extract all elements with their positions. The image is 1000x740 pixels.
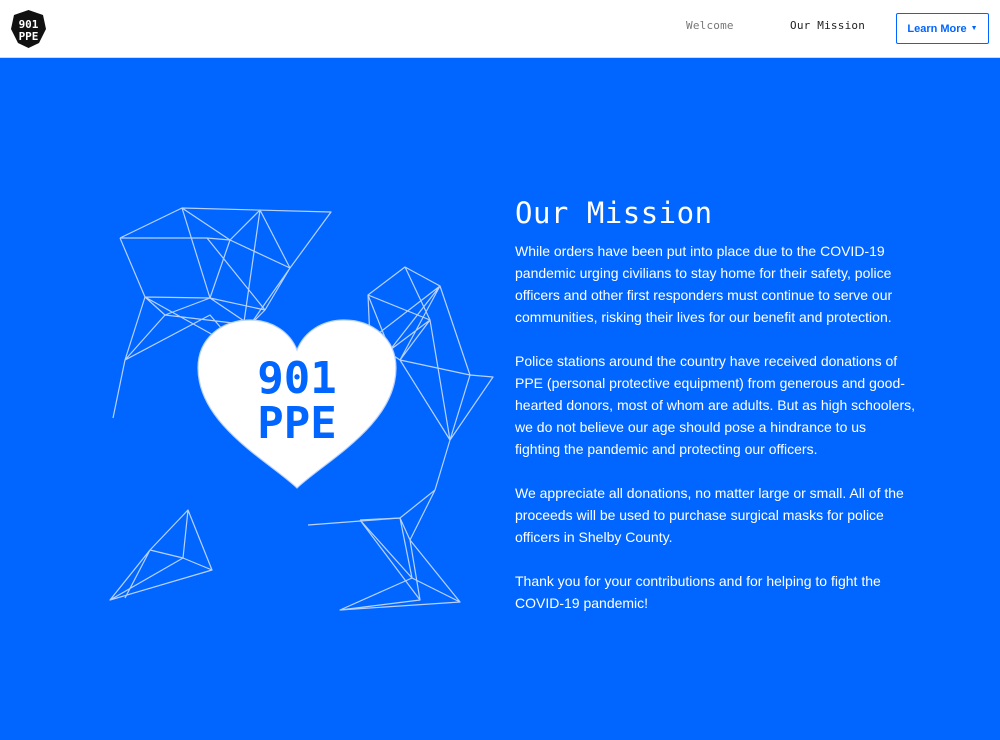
logo-text-line2: PPE (19, 30, 39, 43)
learn-more-dropdown-button[interactable]: Learn More ▼ (896, 13, 989, 44)
mission-paragraph: Thank you for your contributions and for… (515, 573, 881, 611)
mission-paragraph: Police stations around the country have … (515, 353, 915, 457)
mission-paragraph: While orders have been put into place du… (515, 243, 893, 325)
mission-paragraph: We appreciate all donations, no matter l… (515, 485, 904, 545)
navbar: 901 PPE Welcome Our Mission Learn More ▼ (0, 0, 1000, 58)
mission-body: While orders have been put into place du… (515, 240, 915, 636)
learn-more-label: Learn More (907, 22, 967, 35)
heart-shape: 901 PPE (197, 319, 397, 489)
heart-text-line1: 901 (257, 353, 336, 404)
caret-down-icon: ▼ (970, 25, 978, 32)
mission-title: Our Mission (515, 196, 713, 230)
shield-badge-icon: 901 PPE (11, 10, 46, 48)
wireframe-heart-illustration: 901 PPE (109, 207, 494, 611)
heart-text-line2: PPE (257, 398, 336, 449)
nav-link-our-mission[interactable]: Our Mission (790, 19, 865, 32)
site-logo[interactable]: 901 PPE (10, 9, 47, 49)
nav-link-welcome[interactable]: Welcome (686, 19, 734, 32)
